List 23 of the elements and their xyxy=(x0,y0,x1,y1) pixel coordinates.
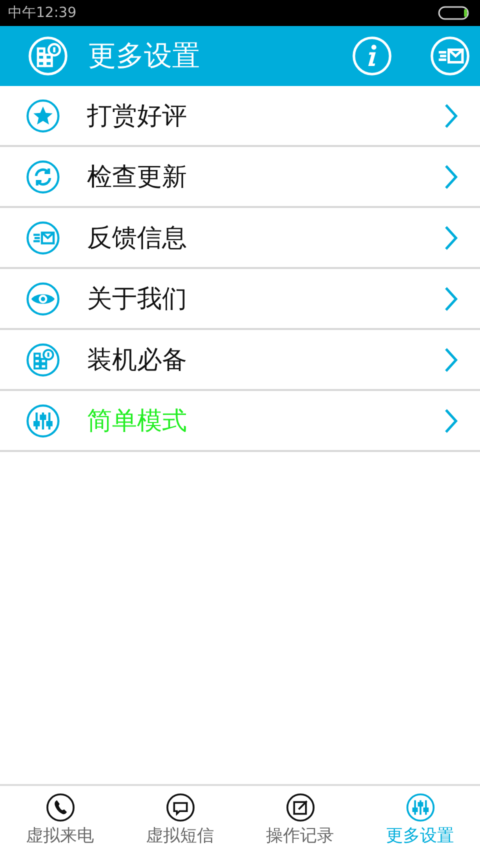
apps-button[interactable] xyxy=(28,36,68,76)
info-button[interactable] xyxy=(352,36,392,76)
chevron-icon xyxy=(444,286,458,312)
edit-icon xyxy=(286,792,314,822)
sliders-icon xyxy=(26,404,60,438)
status-time: 中午12:39 xyxy=(8,4,76,22)
envelope-icon xyxy=(430,36,470,76)
chevron-icon xyxy=(444,346,458,372)
sliders-icon xyxy=(406,792,434,822)
chevron-icon xyxy=(444,164,458,190)
chevron-icon xyxy=(444,102,458,128)
info-icon xyxy=(352,36,392,76)
envelope-icon xyxy=(26,220,60,254)
feedback-button[interactable] xyxy=(430,36,470,76)
refresh-icon xyxy=(26,160,60,194)
chat-bubble-icon xyxy=(166,792,194,822)
apps-icon xyxy=(28,36,68,76)
apps-icon xyxy=(26,342,60,376)
phone-icon xyxy=(46,792,74,822)
page-title: 更多设置 xyxy=(88,38,201,74)
chevron-icon xyxy=(444,408,458,434)
chevron-icon xyxy=(444,224,458,250)
eye-icon xyxy=(26,282,60,316)
